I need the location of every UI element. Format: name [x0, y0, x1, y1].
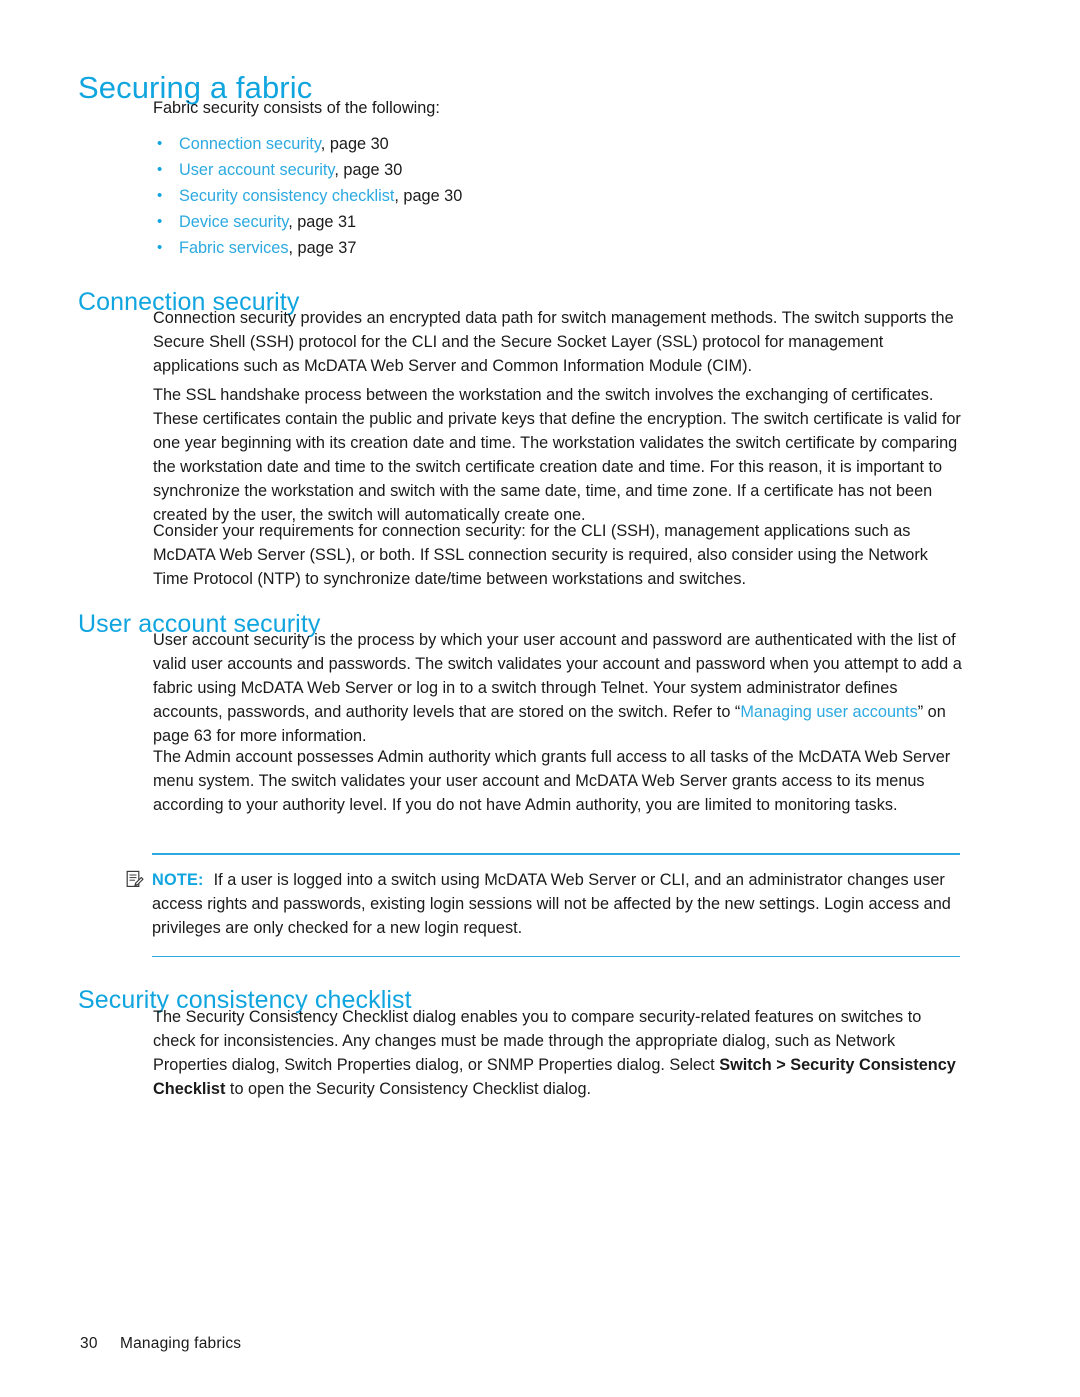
toc-link-tail: , page 37 — [288, 239, 357, 257]
bullet-dot-icon: • — [157, 213, 163, 230]
list-item[interactable]: • Device security, page 31 — [153, 209, 853, 235]
list-item[interactable]: • User account security, page 30 — [153, 157, 853, 183]
list-item[interactable]: • Connection security, page 30 — [153, 131, 853, 157]
toc-link[interactable]: Device security — [179, 213, 288, 231]
bullet-dot-icon: • — [157, 161, 163, 178]
toc-link[interactable]: Fabric services — [179, 239, 288, 257]
paragraph-security-consistency-checklist-1: The Security Consistency Checklist dialo… — [153, 1005, 963, 1101]
paragraph-connection-security-3: Consider your requirements for connectio… — [153, 522, 928, 589]
list-item[interactable]: • Security consistency checklist, page 30 — [153, 183, 853, 209]
toc-link-tail: , page 30 — [334, 161, 403, 179]
note-text: If a user is logged into a switch using … — [152, 870, 951, 937]
toc-link-tail: , page 30 — [320, 135, 389, 153]
notepad-pencil-icon — [126, 870, 144, 888]
bullet-dot-icon: • — [157, 135, 163, 152]
toc-link-tail: , page 31 — [288, 213, 357, 231]
toc-link-tail: , page 30 — [394, 187, 463, 205]
footer-page-number: 30 — [80, 1335, 98, 1352]
note-bottom-rule — [152, 955, 960, 958]
footer-chapter-title: Managing fabrics — [120, 1335, 242, 1352]
note-label: NOTE: — [152, 870, 204, 889]
paragraph-text-part2: to open the Security Consistency Checkli… — [225, 1080, 592, 1099]
list-item[interactable]: • Fabric services, page 37 — [153, 235, 853, 261]
note-content: NOTE: If a user is logged into a switch u… — [126, 855, 960, 956]
paragraph-user-account-security-2: The Admin account possesses Admin author… — [153, 748, 951, 815]
document-page: Securing a fabric Fabric security consis… — [0, 0, 1080, 1397]
bullet-dot-icon: • — [157, 187, 163, 204]
inline-link-managing-user-accounts[interactable]: Managing user accounts — [740, 703, 917, 721]
toc-link[interactable]: Security consistency checklist — [179, 187, 394, 205]
paragraph-connection-security-2: The SSL handshake process between the wo… — [153, 386, 961, 525]
bullet-dot-icon: • — [157, 239, 163, 256]
page-footer: 30 Managing fabrics — [80, 1335, 241, 1353]
toc-link[interactable]: User account security — [179, 161, 334, 179]
lead-paragraph: Fabric security consists of the followin… — [153, 99, 440, 117]
paragraph-user-account-security-1: User account security is the process by … — [153, 628, 963, 748]
toc-bullet-list: • Connection security, page 30 • User acco… — [153, 131, 853, 261]
toc-link[interactable]: Connection security — [179, 135, 321, 153]
paragraph-connection-security-1: Connection security provides an encrypte… — [153, 309, 954, 376]
note-admonition: NOTE: If a user is logged into a switch u… — [126, 853, 960, 958]
